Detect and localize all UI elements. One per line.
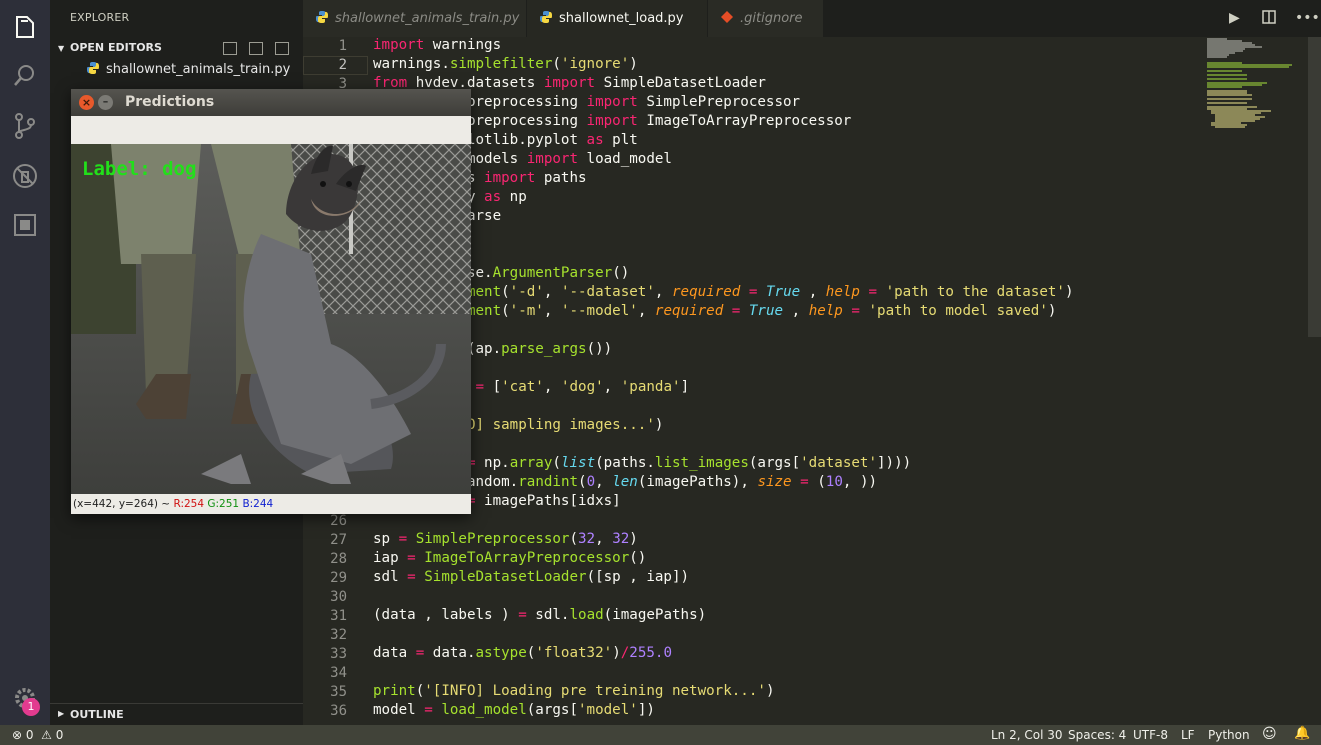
predictions-window: × – Predictions Label: dog (x=442, y=264… [71, 89, 471, 514]
new-file-icon[interactable] [223, 42, 237, 55]
window-close-icon[interactable]: × [79, 95, 94, 110]
activity-bar: 1 [0, 0, 50, 725]
extensions-icon[interactable] [11, 211, 39, 239]
code-line-29: sdl = SimpleDatasetLoader([sp , iap]) [373, 569, 690, 585]
feedback-smiley-icon[interactable]: ☺ [1262, 726, 1277, 742]
line-number: 31 [330, 608, 347, 624]
line-number: 36 [330, 703, 347, 719]
debug-icon[interactable] [11, 162, 39, 190]
line-number: 27 [330, 532, 347, 548]
indentation[interactable]: Spaces: 4 [1068, 728, 1126, 742]
prediction-label: Label: dog [82, 158, 197, 180]
tab-shallownet-animals-train[interactable]: shallownet_animals_train.py [303, 0, 526, 37]
run-icon[interactable]: ▶ [1229, 10, 1240, 26]
explorer-title: EXPLORER [70, 11, 130, 24]
cursor-position[interactable]: Ln 2, Col 30 [991, 728, 1063, 742]
code-line-36: model = load_model(args['model']) [373, 702, 655, 718]
notifications-bell-icon[interactable]: 🔔 [1294, 726, 1310, 741]
pixel-g-value: G:251 [207, 498, 240, 510]
explorer-files-icon[interactable] [11, 13, 39, 41]
tab-gitignore[interactable]: .gitignore [708, 0, 823, 37]
warning-icon: ⚠ [41, 728, 52, 742]
line-number: 29 [330, 570, 347, 586]
search-icon[interactable] [11, 62, 39, 90]
pixel-status-bar: (x=442, y=264) ~ R:254 G:251 B:244 [71, 494, 471, 514]
minimap[interactable] [1207, 37, 1307, 137]
source-control-icon[interactable] [11, 112, 39, 140]
code-line-31: (data , labels ) = sdl.load(imagePaths) [373, 607, 707, 623]
outline-section[interactable]: ▶ OUTLINE [50, 703, 303, 726]
line-number: 26 [330, 513, 347, 529]
python-file-icon [316, 11, 328, 23]
python-file-icon [87, 62, 99, 74]
window-toolbar [71, 116, 471, 144]
line-number: 2 [338, 57, 347, 73]
window-titlebar[interactable]: × – Predictions [71, 89, 471, 116]
more-actions-icon[interactable]: ••• [1295, 10, 1320, 26]
code-line-28: iap = ImageToArrayPreprocessor() [373, 550, 647, 566]
line-number: 34 [330, 665, 347, 681]
dog-photo: Label: dog [71, 144, 471, 494]
code-line-27: sp = SimplePreprocessor(32, 32) [373, 531, 638, 547]
end-of-line[interactable]: LF [1181, 728, 1195, 742]
save-all-icon[interactable] [249, 42, 263, 55]
pixel-b-value: B:244 [242, 498, 274, 510]
line-number: 35 [330, 684, 347, 700]
window-title: Predictions [125, 94, 215, 110]
code-line-35: print('[INFO] Loading pre treining netwo… [373, 683, 775, 699]
tab-shallownet-load[interactable]: shallownet_load.py [527, 0, 707, 37]
chevron-right-icon: ▶ [58, 709, 65, 718]
code-line-2: warnings.simplefilter('ignore') [373, 56, 638, 72]
pixel-r-value: R:254 [173, 498, 205, 510]
line-number: 28 [330, 551, 347, 567]
code-line-15: ap.add_argument('-m', '--model', require… [373, 303, 1057, 319]
encoding[interactable]: UTF-8 [1133, 728, 1168, 742]
window-minimize-icon[interactable]: – [98, 95, 113, 110]
editor-tabs: shallownet_animals_train.py shallownet_l… [303, 0, 1321, 37]
code-line-33: data = data.astype('float32')/255.0 [373, 645, 672, 661]
git-icon [721, 11, 733, 23]
split-editor-icon[interactable] [1262, 10, 1276, 28]
line-number: 32 [330, 627, 347, 643]
close-all-icon[interactable] [275, 42, 289, 55]
code-line-14: ap.add_argument('-d', '--dataset', requi… [373, 284, 1074, 300]
outline-header: OUTLINE [70, 708, 124, 721]
line-number: 30 [330, 589, 347, 605]
open-editors-header[interactable]: ▼ OPEN EDITORS [58, 41, 162, 54]
code-line-1: import warnings [373, 37, 502, 53]
chevron-down-icon: ▼ [58, 44, 65, 53]
line-number: 1 [338, 38, 347, 54]
settings-badge: 1 [22, 698, 40, 716]
language-mode[interactable]: Python [1208, 728, 1250, 742]
editor-scrollbar[interactable] [1308, 37, 1321, 337]
python-file-icon [540, 11, 552, 23]
open-editor-item[interactable]: shallownet_animals_train.py [86, 61, 290, 77]
open-editors-actions [223, 40, 301, 59]
error-icon: ⊗ [12, 728, 23, 742]
cursor-coords: (x=442, y=264) ~ [73, 498, 171, 510]
line-number: 33 [330, 646, 347, 662]
status-bar: ⊗ 0 ⚠ 0 Ln 2, Col 30 Spaces: 4 UTF-8 LF … [0, 725, 1321, 745]
errors-indicator[interactable]: ⊗ 0 ⚠ 0 [12, 728, 63, 742]
